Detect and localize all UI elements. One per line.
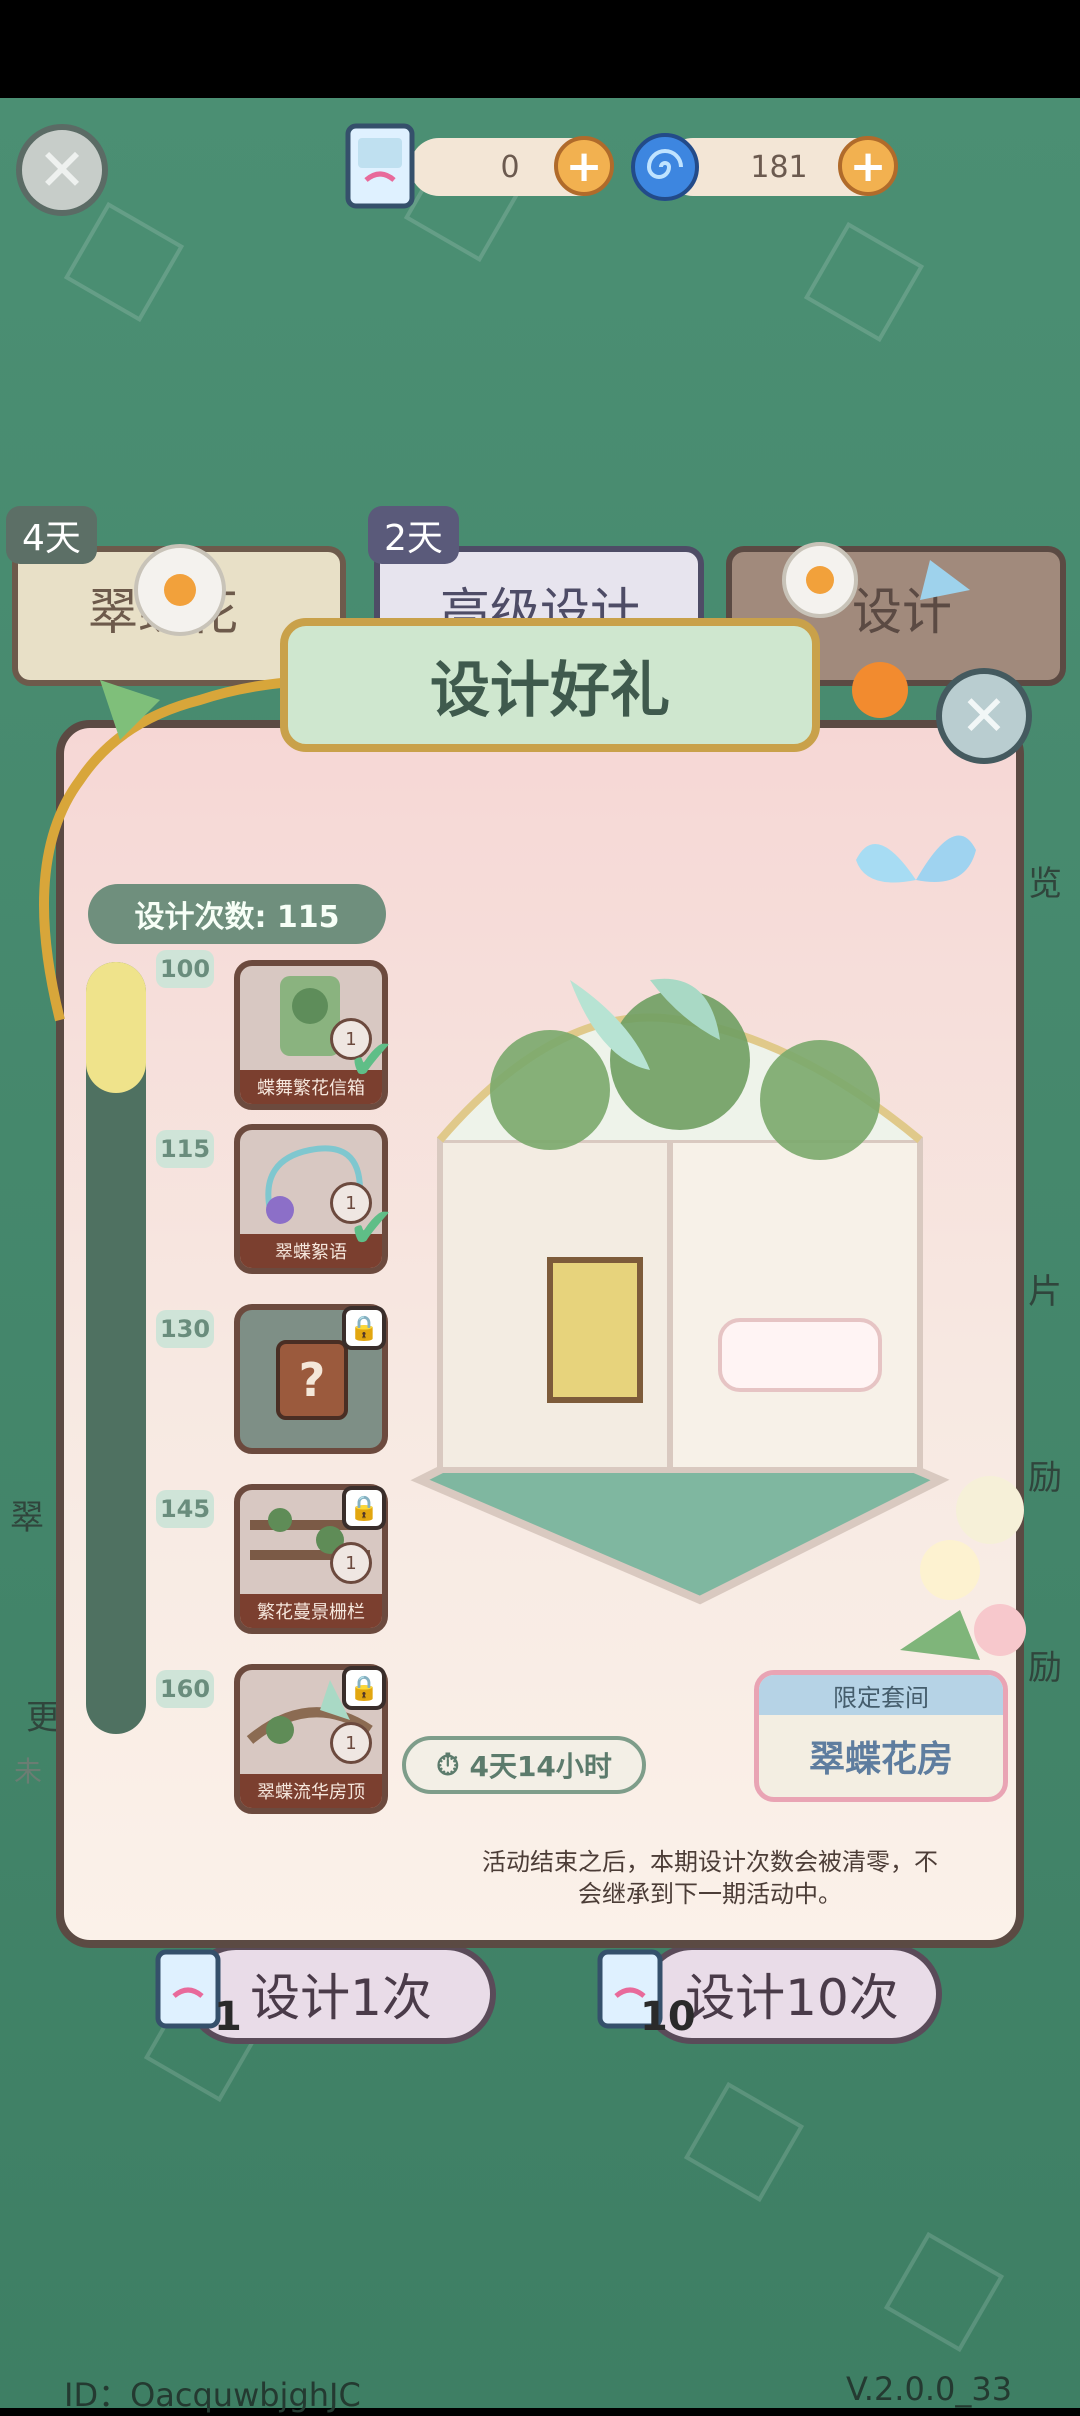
lock-icon: 🔒 [342, 1306, 386, 1350]
reward-qty: 1 [330, 1542, 372, 1584]
milestone-label: 130 [156, 1310, 214, 1348]
flower-decoration [900, 1476, 1026, 1660]
milestone-label: 100 [156, 950, 214, 988]
countdown-timer: ⏱ 4天14小时 [402, 1736, 646, 1794]
room-illustration [410, 978, 950, 1605]
butterfly-decoration [856, 835, 976, 883]
note-line: 会继承到下一期活动中。 [578, 1880, 842, 1908]
version: V.2.0.0_33 [846, 2370, 1013, 2408]
spiral-icon [628, 130, 702, 204]
milestone-label: 160 [156, 1670, 214, 1708]
activity-note: 活动结束之后，本期设计次数会被清零，不 会继承到下一期活动中。 [430, 1846, 990, 1910]
reward-name: 繁花蔓景栅栏 [240, 1594, 382, 1628]
side-hint: 览 [1028, 864, 1062, 904]
milestone-label: 145 [156, 1490, 214, 1528]
days-badge: 2天 [368, 506, 459, 564]
close-icon[interactable]: ✕ [936, 668, 1032, 764]
clock-icon: ⏱ [436, 1747, 460, 1783]
progress-fill [86, 962, 146, 1094]
left-hint: 未 [14, 1755, 43, 1788]
note-line: 活动结束之后，本期设计次数会被清零，不 [482, 1848, 938, 1876]
design-ten-cost: 10 [640, 1994, 696, 2040]
timer-text: 4天14小时 [469, 1750, 612, 1783]
status-bar [0, 0, 1080, 98]
check-icon: ✔ [348, 1196, 395, 1261]
plus-icon[interactable]: + [838, 136, 898, 196]
lock-icon: 🔒 [342, 1486, 386, 1530]
modal-title: 设计好礼 [280, 618, 820, 752]
check-icon: ✔ [348, 1028, 395, 1093]
ticket-counter: 0 + [410, 136, 614, 196]
ticket-icon [340, 118, 426, 214]
left-hint: 更 [26, 1698, 60, 1738]
left-hint: 翠 [10, 1498, 44, 1538]
reward-name: 翠蝶流华房顶 [240, 1774, 382, 1808]
spiral-count: 181 [750, 149, 808, 185]
design-ten-label: 设计10次 [685, 1969, 899, 2027]
question-icon: ? [276, 1340, 348, 1420]
user-id: ID：OacquwbjghJC [64, 2376, 361, 2414]
side-hint: 片 [1028, 1272, 1062, 1312]
close-icon[interactable]: ✕ [16, 124, 108, 216]
plus-icon[interactable]: + [554, 136, 614, 196]
progress-track [86, 962, 146, 1734]
design-once-cost: 1 [214, 1994, 242, 2040]
lock-icon: 🔒 [342, 1666, 386, 1710]
milestone-label: 115 [156, 1130, 214, 1168]
design-once-label: 设计1次 [250, 1969, 432, 2027]
room-card-name: 翠蝶花房 [808, 1739, 953, 1780]
room-card-header: 限定套间 [759, 1675, 1003, 1715]
limited-suite-card[interactable]: 限定套间 翠蝶花房 [754, 1670, 1008, 1802]
ticket-count: 0 [500, 149, 520, 185]
reward-qty: 1 [330, 1722, 372, 1764]
design-count: 设计次数: 115 [88, 884, 386, 944]
